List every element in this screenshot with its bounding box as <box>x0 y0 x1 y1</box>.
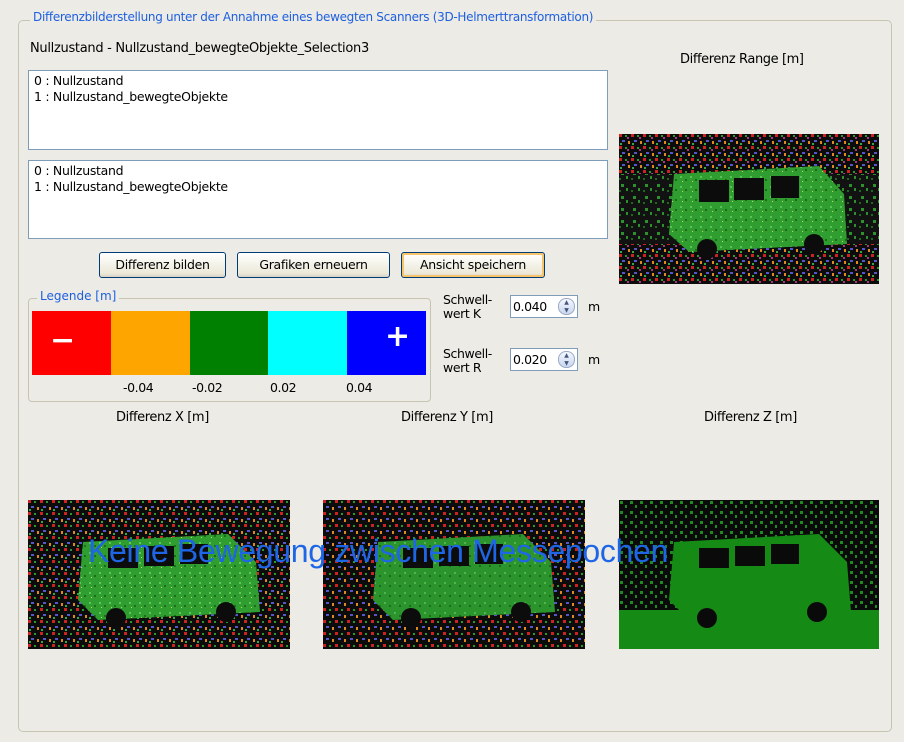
threshold-k-input[interactable] <box>513 298 557 315</box>
threshold-r-unit: m <box>588 352 601 367</box>
range-diff-image <box>619 134 879 284</box>
differenz-bilden-button[interactable]: Differenz bilden <box>99 252 226 278</box>
no-movement-message: Keine Bewegung zwischen Messepochen <box>88 533 669 569</box>
list-item[interactable]: 0 : Nullzustand <box>34 73 602 89</box>
selection-label: Nullzustand - Nullzustand_bewegteObjekte… <box>30 41 369 56</box>
spin-up-icon[interactable]: ▲ <box>559 299 574 307</box>
legend-swatch-blue: + <box>347 311 426 375</box>
legend-swatch-red: − <box>32 311 111 375</box>
epoch-list-bottom[interactable]: 0 : Nullzustand 1 : Nullzustand_bewegteO… <box>28 160 608 239</box>
z-diff-image <box>619 500 879 649</box>
y-label: Differenz Y [m] <box>401 410 493 425</box>
y-diff-svg <box>323 500 585 649</box>
threshold-r-input[interactable] <box>513 351 557 368</box>
z-diff-svg <box>619 500 879 649</box>
threshold-r-label-line2: wert R <box>443 360 482 375</box>
threshold-r-label: Schwell- wert R <box>443 347 503 375</box>
plus-icon: + <box>385 319 411 354</box>
range-diff-svg <box>619 134 879 284</box>
spin-buttons[interactable]: ▲ ▼ <box>558 298 575 315</box>
range-label: Differenz Range [m] <box>680 52 804 67</box>
spin-up-icon[interactable]: ▲ <box>559 352 574 360</box>
threshold-k-stepper[interactable]: ▲ ▼ <box>510 295 578 318</box>
threshold-r-label-line1: Schwell- <box>443 346 492 361</box>
ansicht-speichern-button[interactable]: Ansicht speichern <box>401 252 545 278</box>
x-diff-image <box>28 500 290 649</box>
threshold-k-label-line2: wert K <box>443 306 481 321</box>
y-diff-image <box>323 500 585 649</box>
legend-tick: -0.04 <box>123 380 154 395</box>
legend-swatch-orange <box>111 311 190 375</box>
legend-tick: -0.02 <box>192 380 223 395</box>
spin-buttons[interactable]: ▲ ▼ <box>558 351 575 368</box>
threshold-k-label: Schwell- wert K <box>443 293 503 321</box>
group-title: Differenzbilderstellung unter der Annahm… <box>30 10 597 24</box>
x-diff-svg <box>28 500 290 649</box>
list-item[interactable]: 1 : Nullzustand_bewegteObjekte <box>34 179 602 195</box>
grafiken-erneuern-button[interactable]: Grafiken erneuern <box>237 252 390 278</box>
threshold-r-stepper[interactable]: ▲ ▼ <box>510 348 578 371</box>
legend-tick: 0.04 <box>346 380 373 395</box>
spin-down-icon[interactable]: ▼ <box>559 360 574 368</box>
legend-title: Legende [m] <box>37 289 120 303</box>
threshold-k-unit: m <box>588 299 601 314</box>
list-item[interactable]: 0 : Nullzustand <box>34 163 602 179</box>
threshold-k-label-line1: Schwell- <box>443 292 492 307</box>
z-label: Differenz Z [m] <box>704 410 797 425</box>
legend-tick: 0.02 <box>270 380 297 395</box>
x-label: Differenz X [m] <box>116 410 209 425</box>
legend-swatch-cyan <box>268 311 347 375</box>
list-item[interactable]: 1 : Nullzustand_bewegteObjekte <box>34 89 602 105</box>
legend-swatch-green <box>190 311 268 375</box>
spin-down-icon[interactable]: ▼ <box>559 307 574 315</box>
minus-icon: − <box>50 323 76 358</box>
epoch-list-top[interactable]: 0 : Nullzustand 1 : Nullzustand_bewegteO… <box>28 70 608 150</box>
dialog-window: Differenzbilderstellung unter der Annahm… <box>0 0 904 742</box>
